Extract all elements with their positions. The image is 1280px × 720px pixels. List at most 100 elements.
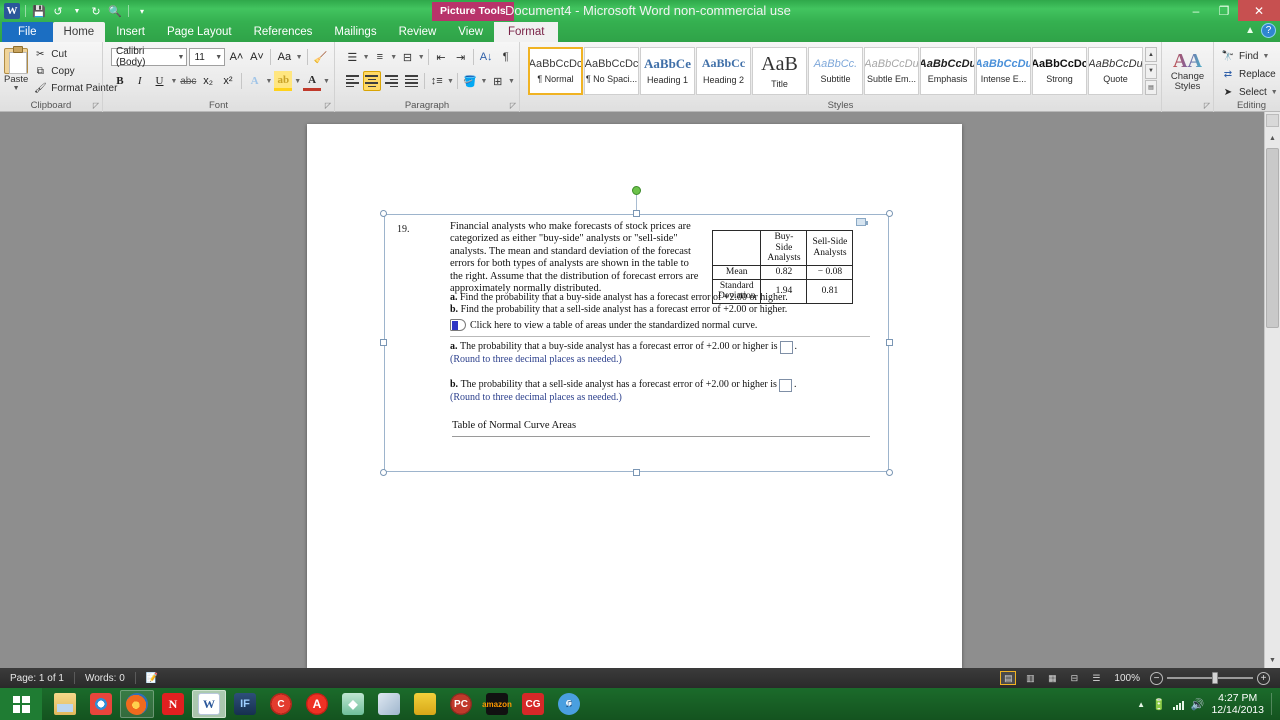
change-styles-button[interactable]: AA Change Styles	[1166, 46, 1209, 112]
font-dialog-launcher-icon[interactable]: ◸	[325, 101, 331, 110]
style-intense-emphasis[interactable]: AaBbCcDu Intense E...	[976, 47, 1031, 95]
taskbar-item-the-sims[interactable]: ◆	[336, 690, 370, 718]
font-color-caret-icon[interactable]: ▼	[323, 78, 330, 85]
borders-icon[interactable]: ⊞	[488, 71, 507, 91]
taskbar-item-notes-app[interactable]	[408, 690, 442, 718]
replace-button[interactable]: ⇄ Replace	[1218, 66, 1280, 82]
superscript-icon[interactable]: x²	[219, 71, 237, 91]
text-highlight-icon[interactable]: ab	[274, 71, 293, 91]
style-normal[interactable]: AaBbCcDc ¶ Normal	[528, 47, 583, 95]
zoom-track[interactable]	[1167, 672, 1253, 684]
resize-handle-middle-left[interactable]	[380, 339, 387, 346]
print-layout-icon[interactable]: ▤	[1000, 671, 1017, 685]
clear-formatting-icon[interactable]: 🧹	[311, 47, 330, 67]
taskbar-item-avast[interactable]: A	[300, 690, 334, 718]
show-desktop-button[interactable]	[1271, 693, 1272, 715]
zoom-thumb[interactable]	[1212, 672, 1218, 684]
undo-icon[interactable]: ↺	[50, 3, 66, 19]
tab-mailings[interactable]: Mailings	[323, 22, 387, 42]
shading-icon[interactable]: 🪣	[461, 71, 480, 91]
network-icon[interactable]	[1172, 699, 1184, 710]
select-button[interactable]: ➤ Select ▼	[1218, 84, 1280, 100]
help-icon[interactable]: ?	[1261, 23, 1276, 38]
customize-qat-icon[interactable]: ▾	[134, 3, 150, 19]
resize-handle-bottom-left[interactable]	[380, 469, 387, 476]
taskbar-item-pc-app[interactable]: PC	[444, 690, 478, 718]
shading-caret-icon[interactable]: ▼	[481, 78, 488, 85]
full-screen-reading-icon[interactable]: ▥	[1022, 671, 1038, 685]
scrollbar-thumb[interactable]	[1266, 148, 1279, 328]
style-no-spacing[interactable]: AaBbCcDc ¶ No Spaci...	[584, 47, 639, 95]
font-size-combobox[interactable]: 11 ▼	[189, 48, 226, 66]
strikethrough-icon[interactable]: abc	[179, 71, 197, 91]
print-preview-icon[interactable]: 🔍	[107, 3, 123, 19]
close-button[interactable]: ✕	[1238, 0, 1280, 21]
document-scrollbar[interactable]: ▲ ▼	[1264, 112, 1280, 668]
taskbar-item-cg-app[interactable]: CG	[516, 690, 550, 718]
outline-icon[interactable]: ⊟	[1066, 671, 1082, 685]
sort-icon[interactable]: A↓	[477, 47, 496, 67]
resize-handle-bottom-center[interactable]	[632, 469, 640, 476]
volume-icon[interactable]: 🔊	[1191, 698, 1205, 711]
italic-icon[interactable]: I	[131, 71, 149, 91]
change-case-icon[interactable]: Aa	[275, 47, 294, 67]
tab-page-layout[interactable]: Page Layout	[156, 22, 243, 42]
increase-indent-icon[interactable]: ⇥	[451, 47, 470, 67]
clipboard-dialog-launcher-icon[interactable]: ◸	[93, 101, 99, 110]
style-heading-1[interactable]: AaBbCе Heading 1	[640, 47, 695, 95]
restore-button[interactable]: ❐	[1210, 0, 1238, 21]
subscript-icon[interactable]: x₂	[199, 71, 217, 91]
style-heading-2[interactable]: AaBbCc Heading 2	[696, 47, 751, 95]
document-page[interactable]: 19. Financial analysts who make forecast…	[307, 124, 962, 668]
underline-caret-icon[interactable]: ▼	[170, 78, 177, 85]
taskbar-item-mozilla-firefox[interactable]	[120, 690, 154, 718]
text-effects-icon[interactable]: A	[246, 71, 264, 91]
draft-icon[interactable]: ☰	[1088, 671, 1104, 685]
styles-dialog-launcher-icon[interactable]: ◸	[1204, 101, 1210, 110]
proofing-errors-icon[interactable]: 📝	[136, 673, 168, 684]
save-icon[interactable]: 💾	[31, 3, 47, 19]
undo-dropdown-icon[interactable]: ▼	[69, 3, 85, 19]
paste-caret-icon[interactable]: ▼	[13, 85, 20, 92]
taskbar-item-itunes[interactable]: ♫	[552, 690, 586, 718]
show-marks-icon[interactable]: ¶	[496, 47, 515, 67]
align-right-icon[interactable]	[382, 71, 401, 91]
numbering-icon[interactable]: ≡	[371, 47, 390, 67]
styles-more-icon[interactable]: ▤	[1145, 80, 1157, 95]
resize-handle-top-left[interactable]	[380, 210, 387, 217]
font-name-combobox[interactable]: Calibri (Body) ▼	[111, 46, 188, 68]
font-color-icon[interactable]: A	[303, 71, 322, 91]
tab-file[interactable]: File	[2, 22, 53, 42]
clock[interactable]: 4:27 PM 12/14/2013	[1211, 692, 1264, 716]
taskbar-item-irfanview[interactable]: IF	[228, 690, 262, 718]
taskbar-item-netflix[interactable]: N	[156, 690, 190, 718]
taskbar-item-ccleaner[interactable]: C	[264, 690, 298, 718]
tab-format[interactable]: Format	[494, 22, 559, 42]
align-center-icon[interactable]	[362, 71, 382, 91]
taskbar-item-microsoft-word[interactable]: W	[192, 690, 226, 718]
start-button[interactable]	[0, 688, 42, 720]
line-spacing-caret-icon[interactable]: ▼	[447, 78, 454, 85]
selected-picture-object[interactable]: 19. Financial analysts who make forecast…	[380, 186, 893, 476]
tab-review[interactable]: Review	[388, 22, 448, 42]
resize-handle-top-right[interactable]	[886, 210, 893, 217]
line-spacing-icon[interactable]: ↕≡	[427, 71, 446, 91]
borders-caret-icon[interactable]: ▼	[508, 78, 515, 85]
taskbar-item-media-player[interactable]	[372, 690, 406, 718]
zoom-slider[interactable]: − +	[1150, 671, 1270, 685]
resize-handle-middle-right[interactable]	[886, 339, 893, 346]
text-highlight-caret-icon[interactable]: ▼	[294, 78, 301, 85]
bold-icon[interactable]: B	[111, 71, 129, 91]
rotation-handle[interactable]	[631, 186, 641, 195]
word-logo-icon[interactable]: W	[4, 3, 20, 19]
find-caret-icon[interactable]: ▼	[1262, 53, 1269, 60]
styles-scroll-down-icon[interactable]: ▼	[1145, 63, 1157, 79]
grow-font-icon[interactable]: A˄	[227, 47, 246, 67]
scroll-up-icon[interactable]: ▲	[1265, 130, 1280, 146]
style-quote[interactable]: AaBbCcDu Quote	[1088, 47, 1143, 95]
scrollbar-top-control-icon[interactable]	[1266, 114, 1279, 127]
text-effects-caret-icon[interactable]: ▼	[266, 78, 273, 85]
justify-icon[interactable]	[402, 71, 421, 91]
multilevel-list-icon[interactable]: ⊟	[398, 47, 417, 67]
align-left-icon[interactable]	[343, 71, 362, 91]
